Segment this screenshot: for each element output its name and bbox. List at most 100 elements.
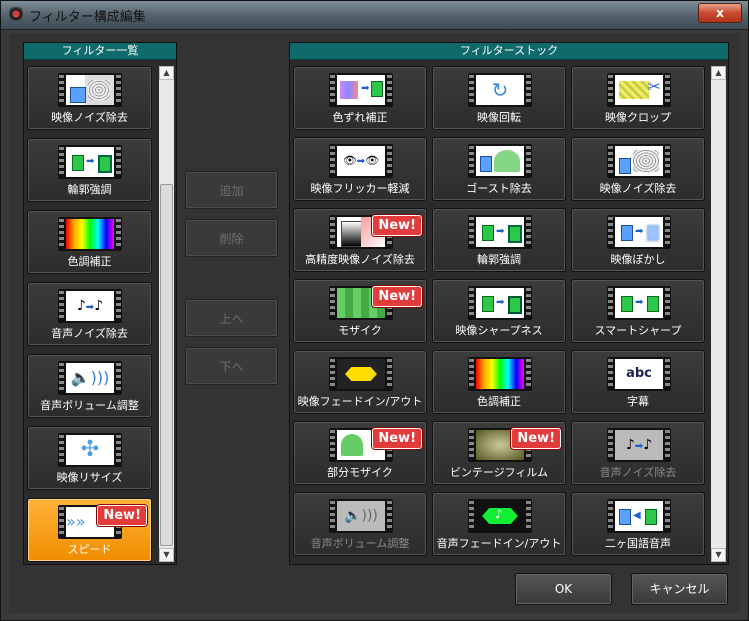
filter-item-edge[interactable]: ➡ 輪郭強調 — [27, 138, 152, 202]
move-up-button[interactable]: 上へ — [185, 299, 278, 337]
stock-item-mosaic[interactable]: New! モザイク — [293, 279, 427, 343]
new-badge: New! — [511, 428, 561, 449]
filter-item-video-noise[interactable]: 映像ノイズ除去 — [27, 66, 152, 130]
stock-item-label: 映像回転 — [477, 111, 521, 124]
filter-item-speed[interactable]: »» New! スピード — [27, 498, 152, 562]
cancel-button[interactable]: キャンセル — [631, 573, 728, 605]
volume-icon: 🔈))) — [58, 361, 122, 395]
delete-button[interactable]: 削除 — [185, 219, 278, 257]
window-title: フィルター構成編集 — [29, 10, 146, 25]
stock-item-label: 音声フェードイン/アウト — [436, 537, 562, 550]
new-badge: New! — [372, 215, 422, 236]
scroll-thumb[interactable] — [160, 184, 173, 546]
video-noise-icon — [58, 73, 122, 107]
stock-item-audio-volume[interactable]: 🔈))) 音声ボリューム調整 — [293, 492, 427, 556]
stock-item-label: 映像ぼかし — [610, 253, 666, 266]
filter-stock-header: フィルターストック — [290, 43, 728, 60]
subtitle-icon: abc — [607, 357, 671, 391]
title-bar: フィルター構成編集 x — [1, 1, 748, 30]
flicker-reduce-icon: 👁➡👁 — [329, 144, 393, 178]
stock-item-bilingual-audio[interactable]: ◀ 二ヶ国語音声 — [571, 492, 705, 556]
new-badge: New! — [97, 505, 147, 526]
audio-volume-icon: 🔈))) — [329, 499, 393, 533]
resize-icon: ✣ — [58, 433, 122, 467]
stock-item-label: 映像フェードイン/アウト — [297, 395, 423, 408]
audio-noise-icon: ♪➡♪ — [58, 289, 122, 323]
stock-item-video-blur[interactable]: ➡ 映像ぼかし — [571, 208, 705, 272]
stock-item-audio-fade[interactable]: ♪ 音声フェードイン/アウト — [432, 492, 566, 556]
stock-item-label: 部分モザイク — [327, 466, 393, 479]
color-correction-icon — [58, 217, 122, 251]
video-sharpness-icon: ➡ — [468, 286, 532, 320]
stock-item-ghost-remove[interactable]: ゴースト除去 — [432, 137, 566, 201]
filter-item-label: 色調補正 — [67, 255, 112, 268]
stock-item-edge-enhance[interactable]: ➡ 輪郭強調 — [432, 208, 566, 272]
move-down-button[interactable]: 下へ — [185, 347, 278, 385]
scroll-up-button[interactable]: ▲ — [711, 66, 726, 80]
stock-item-color-correction[interactable]: 色調補正 — [432, 350, 566, 414]
stock-item-label: 音声ノイズ除去 — [599, 466, 677, 479]
video-crop-icon: ✂ — [607, 73, 671, 107]
stock-item-subtitle[interactable]: abc 字幕 — [571, 350, 705, 414]
stock-item-video-rotate[interactable]: ↻ 映像回転 — [432, 66, 566, 130]
scroll-down-button[interactable]: ▼ — [159, 548, 174, 562]
close-button[interactable]: x — [698, 3, 742, 23]
ok-button[interactable]: OK — [515, 573, 612, 605]
stock-item-flicker-reduce[interactable]: 👁➡👁 映像フリッカー軽減 — [293, 137, 427, 201]
stock-item-label: 映像ノイズ除去 — [599, 182, 677, 195]
stock-item-video-sharpness[interactable]: ➡ 映像シャープネス — [432, 279, 566, 343]
edge-enhance-icon: ➡ — [58, 145, 122, 179]
scroll-down-button[interactable]: ▼ — [711, 548, 726, 562]
color-correction-icon — [468, 357, 532, 391]
filter-item-label: 映像リサイズ — [56, 471, 123, 484]
smart-sharp-icon: ➡ — [607, 286, 671, 320]
bilingual-audio-icon: ◀ — [607, 499, 671, 533]
stock-item-label: ゴースト除去 — [466, 182, 532, 195]
add-button[interactable]: 追加 — [185, 171, 278, 209]
stock-item-label: 二ヶ国語音声 — [605, 537, 671, 550]
new-badge: New! — [372, 428, 422, 449]
stock-item-video-crop[interactable]: ✂ 映像クロップ — [571, 66, 705, 130]
color-shift-icon: ➡ — [329, 73, 393, 107]
left-scrollbar[interactable]: ▲ ▼ — [159, 66, 174, 562]
stock-item-label: 映像クロップ — [605, 111, 671, 124]
dialog-body: フィルター一覧 映像ノイズ除去 ➡ 輪郭強調 色調補正 ♪➡♪ 音声ノイズ除去 … — [9, 33, 740, 613]
app-icon — [9, 7, 23, 21]
video-fade-icon — [329, 357, 393, 391]
filter-stock-panel: フィルターストック ➡ 色ずれ補正 ↻ 映像回転 ✂ 映像クロップ 👁➡👁 映像フリッカー軽減… — [289, 42, 729, 565]
stock-item-label: 高精度映像ノイズ除去 — [305, 253, 415, 266]
stock-item-vintage-film[interactable]: New! ビンテージフィルム — [432, 421, 566, 485]
video-rotate-icon: ↻ — [468, 73, 532, 107]
filter-item-audio-noise[interactable]: ♪➡♪ 音声ノイズ除去 — [27, 282, 152, 346]
stock-item-smart-sharp[interactable]: ➡ スマートシャープ — [571, 279, 705, 343]
stock-item-label: モザイク — [338, 324, 382, 337]
new-badge: New! — [372, 286, 422, 307]
ghost-remove-icon — [468, 144, 532, 178]
stock-item-partial-mosaic[interactable]: New! 部分モザイク — [293, 421, 427, 485]
stock-item-audio-noise[interactable]: ♪➡♪ 音声ノイズ除去 — [571, 421, 705, 485]
stock-item-video-noise[interactable]: 映像ノイズ除去 — [571, 137, 705, 201]
filter-config-dialog: フィルター構成編集 x フィルター一覧 映像ノイズ除去 ➡ 輪郭強調 色調補正 … — [0, 0, 749, 621]
right-scrollbar[interactable]: ▲ ▼ — [711, 66, 726, 562]
stock-item-label: 輪郭強調 — [477, 253, 521, 266]
stock-item-hq-video-noise[interactable]: New! 高精度映像ノイズ除去 — [293, 208, 427, 272]
stock-item-label: ビンテージフィルム — [449, 466, 549, 479]
filter-item-label: 音声ノイズ除去 — [51, 327, 128, 340]
stock-item-label: 音声ボリューム調整 — [310, 537, 410, 550]
filter-item-label: 映像ノイズ除去 — [51, 111, 128, 124]
scroll-up-button[interactable]: ▲ — [159, 66, 174, 80]
video-noise-icon — [607, 144, 671, 178]
video-blur-icon: ➡ — [607, 215, 671, 249]
stock-item-color-shift[interactable]: ➡ 色ずれ補正 — [293, 66, 427, 130]
stock-item-label: スマートシャープ — [594, 324, 682, 337]
stock-item-label: 映像シャープネス — [455, 324, 543, 337]
filter-item-label: 輪郭強調 — [67, 183, 112, 196]
audio-noise-icon: ♪➡♪ — [607, 428, 671, 462]
filter-item-color[interactable]: 色調補正 — [27, 210, 152, 274]
filter-item-volume[interactable]: 🔈))) 音声ボリューム調整 — [27, 354, 152, 418]
stock-item-video-fade[interactable]: 映像フェードイン/アウト — [293, 350, 427, 414]
filter-item-label: スピード — [67, 543, 112, 556]
stock-item-label: 色調補正 — [477, 395, 521, 408]
stock-item-label: 色ずれ補正 — [332, 111, 388, 124]
filter-item-resize[interactable]: ✣ 映像リサイズ — [27, 426, 152, 490]
